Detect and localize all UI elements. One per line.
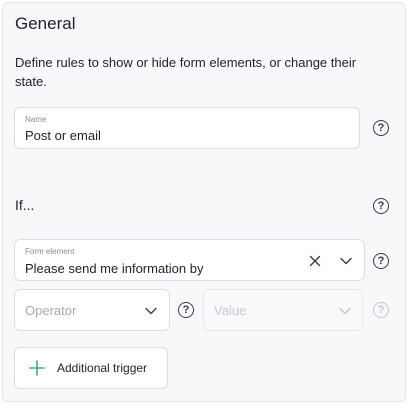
form-element-label: Form element (25, 247, 75, 256)
operator-select[interactable]: Operator (14, 289, 170, 331)
value-placeholder: Value (214, 303, 247, 318)
form-element-value: Please send me information by (25, 261, 204, 276)
form-element-help-icon[interactable]: ? (373, 253, 389, 269)
plus-icon (29, 360, 45, 376)
operator-help-icon[interactable]: ? (178, 302, 194, 318)
name-field[interactable]: Name Post or email (14, 107, 360, 149)
additional-trigger-button[interactable]: Additional trigger (14, 347, 168, 389)
value-help-icon: ? (373, 302, 389, 318)
additional-trigger-label: Additional trigger (57, 361, 148, 375)
general-settings-panel: General Define rules to show or hide for… (2, 2, 406, 402)
name-field-label: Name (25, 115, 47, 124)
name-field-value: Post or email (25, 128, 101, 143)
name-help-icon[interactable]: ? (373, 120, 389, 136)
section-description: Define rules to show or hide form elemen… (15, 55, 357, 89)
operator-placeholder: Operator (25, 303, 77, 318)
form-element-select[interactable]: Form element Please send me information … (14, 239, 365, 281)
if-section-label: If... (15, 197, 35, 213)
value-select[interactable]: Value (203, 289, 363, 331)
chevron-down-icon[interactable] (144, 306, 158, 316)
section-title: General (15, 14, 76, 33)
chevron-down-icon (339, 307, 351, 315)
chevron-down-icon[interactable] (339, 256, 353, 266)
if-help-icon[interactable]: ? (373, 198, 389, 214)
clear-icon[interactable] (309, 255, 321, 267)
